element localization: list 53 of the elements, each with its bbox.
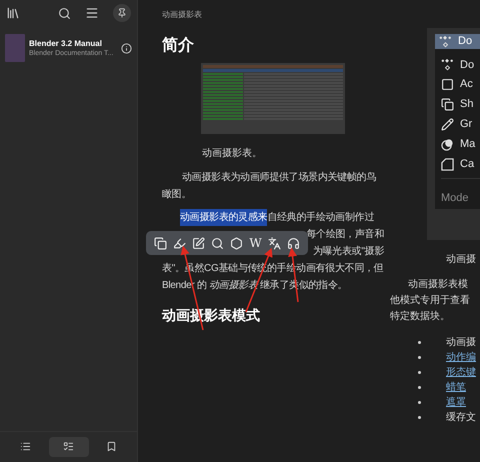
contents-icon	[20, 441, 31, 452]
list-item-text: 缓存文	[446, 410, 476, 425]
pin-button[interactable]	[113, 4, 131, 22]
pin-icon	[117, 8, 127, 18]
folded-page-icon	[441, 158, 454, 171]
link[interactable]: 形态键	[446, 365, 476, 380]
figure-caption: 动画摄影表。	[201, 146, 263, 161]
menu-item[interactable]: Ma	[441, 134, 480, 154]
wiki-button[interactable]: W	[249, 237, 262, 249]
menu-icon[interactable]	[85, 6, 99, 20]
translate-icon[interactable]	[268, 236, 281, 250]
listen-icon[interactable]	[287, 236, 300, 250]
notes-tab[interactable]	[48, 436, 88, 456]
bookmarks-icon	[106, 441, 117, 452]
paragraph-text: 自经典的手绘动画制作过	[267, 210, 374, 225]
notes-icon	[63, 441, 74, 452]
paragraph: 动画摄影表为动画师提供了场景内关键帧的鸟瞰图。	[162, 170, 378, 202]
link[interactable]: 遮罩	[446, 395, 466, 410]
copy-icon[interactable]	[154, 236, 167, 250]
menu-header[interactable]: Do	[435, 34, 480, 49]
search-icon[interactable]	[58, 6, 71, 20]
paragraph-text: 他模式专用于查看	[390, 295, 470, 306]
selected-text: 动画摄影表的灵感来	[180, 209, 268, 226]
menu-item[interactable]: Do	[441, 55, 480, 75]
paragraph-text: 为曝光表或"摄影	[312, 244, 384, 259]
menu-item[interactable]: Ac	[441, 74, 480, 95]
breadcrumb: 动画摄影表	[162, 9, 203, 21]
link[interactable]: 动作编	[446, 350, 476, 365]
note-icon[interactable]	[192, 236, 205, 250]
highlight-icon[interactable]	[173, 236, 186, 250]
square-icon	[441, 78, 454, 92]
link[interactable]: 蜡笔	[446, 380, 466, 395]
section-heading: 简介	[162, 34, 195, 56]
shapes-icon	[441, 98, 454, 112]
figure-caption: 动画摄	[445, 253, 477, 267]
info-icon[interactable]	[121, 42, 132, 54]
hexagon-icon[interactable]	[230, 236, 243, 250]
paragraph-text: 特定数据块。	[390, 311, 450, 322]
mask-icon	[441, 138, 454, 151]
library-icon[interactable]	[6, 6, 20, 20]
menu-item[interactable]: Gr	[441, 114, 480, 134]
menu-item[interactable]: Ca	[441, 154, 480, 174]
paragraph-text: 每个绘图，声音和	[306, 228, 384, 242]
keyframes-icon	[439, 35, 452, 48]
search-icon[interactable]	[211, 236, 224, 250]
keyframes-icon	[441, 58, 454, 72]
paragraph-text: 动画摄影表模	[408, 279, 468, 290]
menu-item[interactable]: Sh	[441, 94, 480, 114]
book-cover	[5, 34, 25, 62]
list-item-text: 动画摄	[446, 336, 476, 350]
book-title: Blender 3.2 Manual	[29, 38, 102, 48]
pencil-icon	[441, 118, 454, 131]
menu-footer-label: Mode	[441, 192, 469, 204]
